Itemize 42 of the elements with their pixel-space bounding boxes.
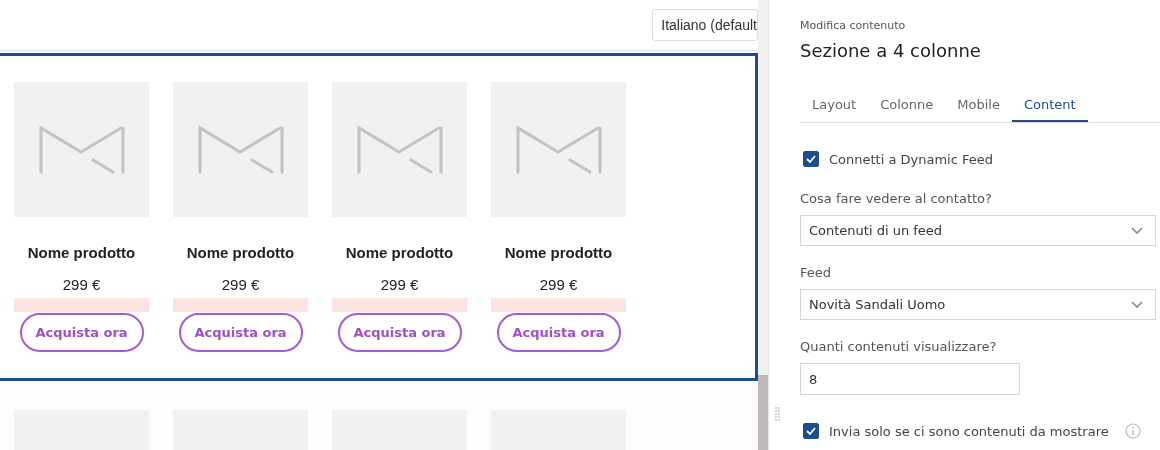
product-name: Nome prodotto xyxy=(186,244,295,261)
chevron-down-icon xyxy=(1131,300,1143,309)
field-label: Quanti contenuti visualizzare? xyxy=(800,339,998,354)
buy-button[interactable]: Acquista ora xyxy=(337,313,462,352)
placeholder-logo-icon xyxy=(515,123,602,176)
tab[interactable]: Content xyxy=(1011,91,1088,122)
dropdown[interactable]: Contenuti di un feed xyxy=(800,215,1156,246)
selected-section[interactable]: Nome prodotto 299 € Acquista ora Nome prodotto 299 € Acquista ora Nome prodotto 299 € Acquista ora Nome prodotto 299 € Acquista ora xyxy=(0,53,758,381)
checkbox[interactable] xyxy=(803,423,819,439)
drag-handle-icon[interactable] xyxy=(775,407,781,421)
tab[interactable]: Mobile xyxy=(945,91,1012,122)
product-name: Nome prodotto xyxy=(504,244,613,261)
product-price: 299 € xyxy=(539,276,578,293)
checkmark-icon xyxy=(806,427,816,435)
checkmark-icon xyxy=(806,155,816,163)
info-icon[interactable] xyxy=(1124,423,1141,439)
language-select[interactable]: Italiano (default xyxy=(652,9,758,41)
buy-button[interactable]: Acquista ora xyxy=(178,313,303,352)
product-price: 299 € xyxy=(221,276,260,293)
product-name: Nome prodotto xyxy=(345,244,454,261)
tab[interactable]: Colonne xyxy=(868,91,946,122)
dropdown[interactable]: Novità Sandali Uomo xyxy=(800,289,1156,320)
placeholder-logo-icon xyxy=(197,123,284,176)
product-name: Nome prodotto xyxy=(27,244,136,261)
product-price: 299 € xyxy=(62,276,101,293)
scrollbar[interactable] xyxy=(758,0,768,450)
buy-button[interactable]: Acquista ora xyxy=(19,313,144,352)
checkbox-label: Invia solo se ci sono contenuti da mostrare xyxy=(829,423,1109,439)
number-field[interactable]: 8 xyxy=(800,363,1020,395)
panel-title: Sezione a 4 colonne xyxy=(800,40,982,61)
product-price: 299 € xyxy=(380,276,419,293)
tab[interactable]: Layout xyxy=(800,91,869,122)
field-label: Cosa fare vedere al contatto? xyxy=(800,191,993,206)
checkbox-label: Connetti a Dynamic Feed xyxy=(829,151,994,167)
scrollbar-thumb[interactable] xyxy=(758,375,768,450)
panel-subtitle: Modifica contenuto xyxy=(800,19,907,32)
placeholder-logo-icon xyxy=(356,123,443,176)
placeholder-logo-icon xyxy=(38,123,125,176)
field-label: Feed xyxy=(800,265,832,280)
checkbox[interactable] xyxy=(803,151,819,167)
chevron-down-icon xyxy=(1131,226,1143,235)
buy-button[interactable]: Acquista ora xyxy=(496,313,621,352)
